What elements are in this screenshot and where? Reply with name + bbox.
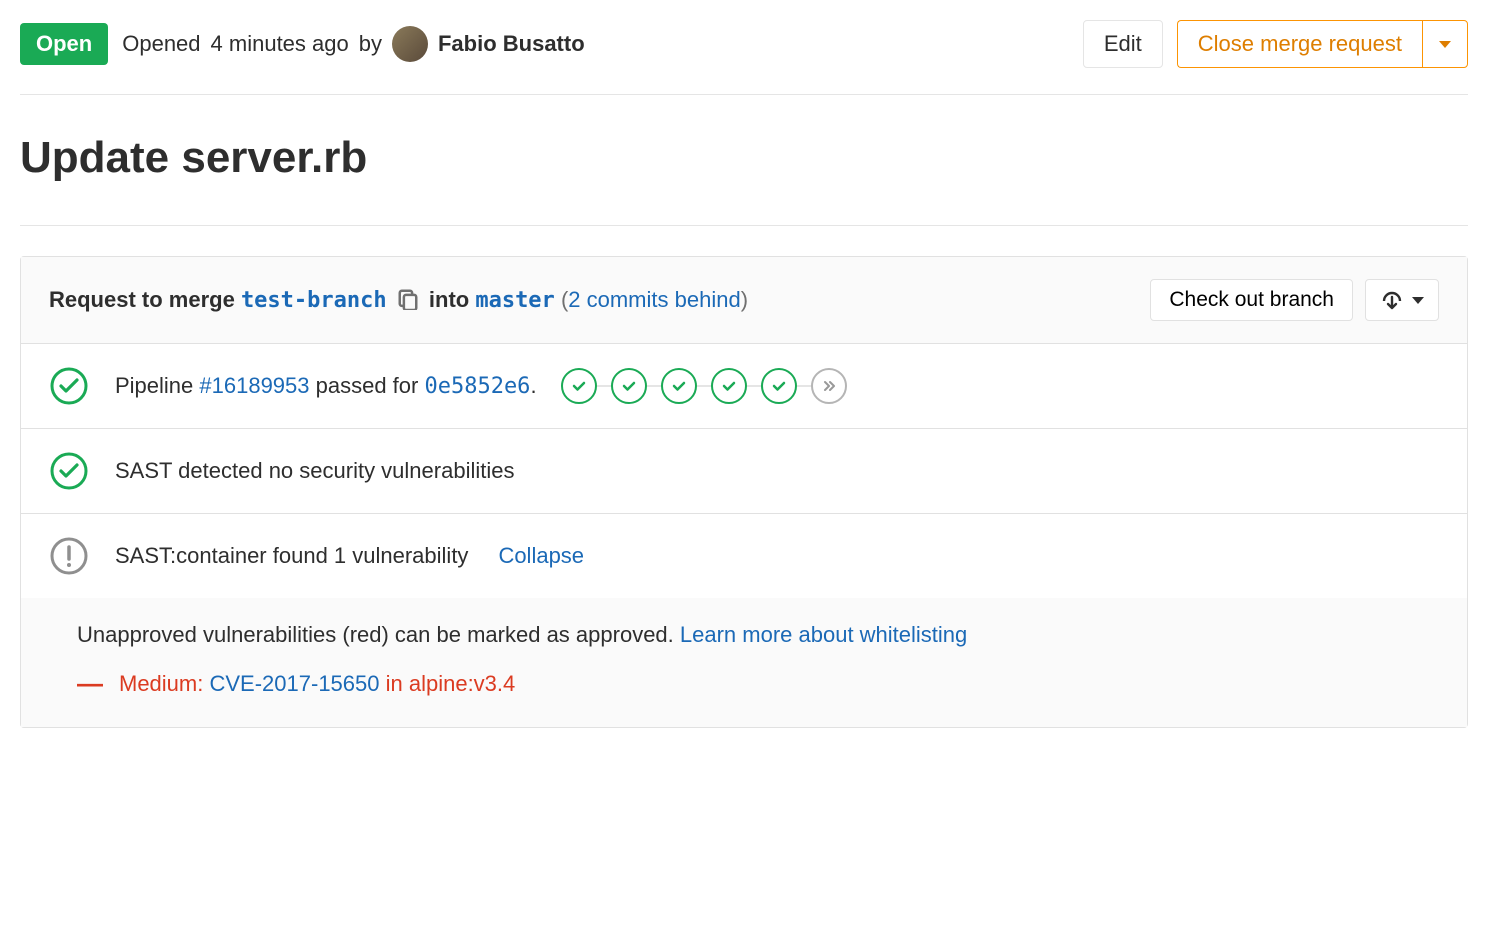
- opened-info: Opened 4 minutes ago by Fabio Busatto: [122, 26, 584, 62]
- commits-behind-link[interactable]: 2 commits behind: [568, 287, 740, 312]
- into-label: into: [429, 287, 475, 312]
- warning-icon: [49, 536, 89, 576]
- pipeline-prefix: Pipeline: [115, 373, 199, 398]
- status-badge: Open: [20, 23, 108, 65]
- chevron-double-right-icon: [820, 377, 838, 395]
- minus-icon: —: [77, 668, 95, 699]
- pipeline-section: Pipeline #16189953 passed for 0e5852e6.: [21, 344, 1467, 429]
- behind-close: ): [741, 287, 748, 312]
- pipeline-stages: [561, 368, 847, 404]
- edit-button[interactable]: Edit: [1083, 20, 1163, 68]
- avatar[interactable]: [392, 26, 428, 62]
- caret-down-icon: [1439, 41, 1451, 48]
- vuln-location: in alpine:v3.4: [380, 671, 516, 696]
- close-merge-request-button[interactable]: Close merge request: [1177, 20, 1422, 68]
- success-icon: [49, 366, 89, 406]
- vuln-severity: Medium:: [119, 671, 209, 696]
- cve-link[interactable]: CVE-2017-15650: [209, 671, 379, 696]
- sast-text: SAST detected no security vulnerabilitie…: [115, 458, 514, 484]
- mr-widget: Request to merge test-branch into master…: [20, 256, 1468, 728]
- copy-icon[interactable]: [397, 288, 419, 310]
- caret-down-icon: [1412, 297, 1424, 304]
- close-button-group: Close merge request: [1177, 20, 1468, 68]
- pipeline-mid: passed for: [310, 373, 425, 398]
- opened-time: 4 minutes ago: [211, 31, 349, 57]
- source-branch[interactable]: test-branch: [241, 288, 387, 313]
- mr-header: Open Opened 4 minutes ago by Fabio Busat…: [20, 20, 1468, 95]
- pipeline-sha-link[interactable]: 0e5852e6: [424, 374, 530, 399]
- pipeline-id-link[interactable]: #16189953: [199, 373, 309, 398]
- collapse-link[interactable]: Collapse: [498, 543, 584, 569]
- pipeline-suffix: .: [530, 373, 536, 398]
- checkout-branch-button[interactable]: Check out branch: [1150, 279, 1353, 321]
- download-dropdown-button[interactable]: [1365, 279, 1439, 321]
- pipeline-stage[interactable]: [711, 368, 747, 404]
- vulnerability-details: Unapproved vulnerabilities (red) can be …: [21, 598, 1467, 727]
- sast-container-text: SAST:container found 1 vulnerability: [115, 543, 468, 569]
- merge-source-section: Request to merge test-branch into master…: [21, 257, 1467, 344]
- pipeline-stage[interactable]: [661, 368, 697, 404]
- target-branch[interactable]: master: [475, 288, 554, 313]
- success-icon: [49, 451, 89, 491]
- pipeline-stage[interactable]: [611, 368, 647, 404]
- merge-label: Request to merge: [49, 287, 241, 312]
- sast-section: SAST detected no security vulnerabilitie…: [21, 429, 1467, 514]
- sast-container-section: SAST:container found 1 vulnerability Col…: [21, 514, 1467, 598]
- author-name[interactable]: Fabio Busatto: [438, 31, 585, 57]
- vuln-note: Unapproved vulnerabilities (red) can be …: [77, 622, 680, 647]
- opened-prefix: Opened: [122, 31, 200, 57]
- pipeline-stage-skipped[interactable]: [811, 368, 847, 404]
- whitelisting-link[interactable]: Learn more about whitelisting: [680, 622, 967, 647]
- close-dropdown-button[interactable]: [1422, 20, 1468, 68]
- pipeline-stage[interactable]: [761, 368, 797, 404]
- pipeline-stage[interactable]: [561, 368, 597, 404]
- download-icon: [1380, 289, 1404, 311]
- page-title: Update server.rb: [20, 95, 1468, 226]
- vulnerability-item: — Medium: CVE-2017-15650 in alpine:v3.4: [77, 668, 1439, 699]
- opened-by: by: [359, 31, 382, 57]
